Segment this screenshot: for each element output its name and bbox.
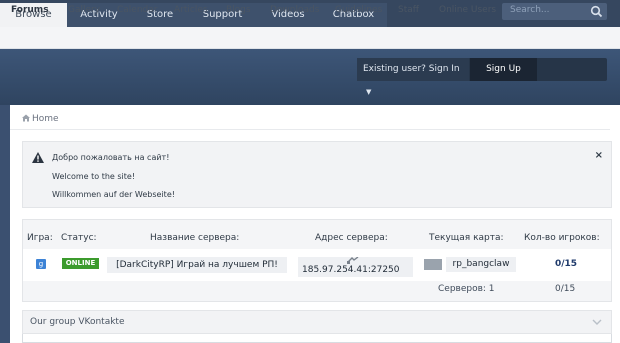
search-input[interactable]: Search... (502, 3, 607, 20)
divider (10, 129, 610, 130)
server-total: Серверов: 1 (438, 284, 495, 294)
sub-navigation (0, 27, 620, 49)
vk-group-title: Our group VKontakte (30, 317, 125, 327)
notice-line-de: Willkommen auf der Webseite! (52, 190, 175, 199)
status-badge: ONLINE (62, 258, 99, 269)
header-player-count: Кол-во игроков: (524, 233, 600, 243)
subnav-blogs[interactable]: Blogs (226, 5, 251, 15)
announcement: Добро пожаловать на сайт! Welcome to the… (22, 141, 612, 208)
subnav-forums[interactable]: Forums (11, 5, 49, 15)
current-map: rp_bangclaw (446, 257, 516, 272)
header-status: Статус: (61, 233, 97, 243)
vk-group-header[interactable]: Our group VKontakte (22, 310, 612, 334)
connect-icon[interactable] (347, 257, 359, 264)
sign-in-button[interactable]: Existing user? Sign In ▼ (357, 58, 469, 96)
warning-icon (32, 152, 44, 163)
header-server-name: Название сервера: (150, 233, 240, 243)
close-icon[interactable]: × (595, 150, 603, 161)
map-thumbnail (424, 259, 442, 270)
game-icon: g (36, 259, 46, 269)
header-current-map: Текущая карта: (429, 233, 504, 243)
user-bar: Existing user? Sign In ▼ Sign Up (357, 58, 607, 96)
subnav-calendar[interactable]: Calendar (117, 5, 157, 15)
subnav-online-users[interactable]: Online Users (439, 5, 496, 15)
chevron-down-icon[interactable] (592, 319, 602, 325)
side-strip (0, 105, 10, 185)
sign-up-button[interactable]: Sign Up (470, 58, 537, 81)
sign-in-label: Existing user? Sign In (363, 64, 460, 74)
header-game: Игра: (27, 233, 53, 243)
server-name: [DarkCityRP] Играй на лучшем РП! (107, 257, 287, 273)
header-server-address: Адрес сервера: (315, 233, 388, 243)
caret-down-icon: ▼ (366, 88, 372, 96)
subnav-guidelines[interactable]: Guidelines (335, 5, 382, 15)
server-address-text: 185.97.254.41:27250 (302, 265, 400, 275)
server-address[interactable]: 185.97.254.41:27250 (298, 257, 413, 277)
subnav-staff[interactable]: Staff (398, 5, 419, 15)
notice-line-ru: Добро пожаловать на сайт! (52, 153, 170, 162)
breadcrumb-home[interactable]: Home (32, 114, 59, 124)
home-icon (22, 114, 30, 122)
vk-widget (22, 334, 612, 343)
subnav-gallery[interactable]: Gallery (68, 5, 100, 15)
search-icon[interactable] (590, 5, 603, 18)
subnav-downloads[interactable]: Downloads (270, 5, 319, 15)
players-total: 0/15 (555, 284, 576, 294)
notice-line-en: Welcome to the site! (52, 172, 136, 181)
subnav-articles[interactable]: Articles (174, 5, 208, 15)
player-count[interactable]: 0/15 (555, 259, 577, 269)
search-placeholder: Search... (510, 5, 550, 15)
breadcrumb[interactable]: Home (22, 114, 59, 124)
